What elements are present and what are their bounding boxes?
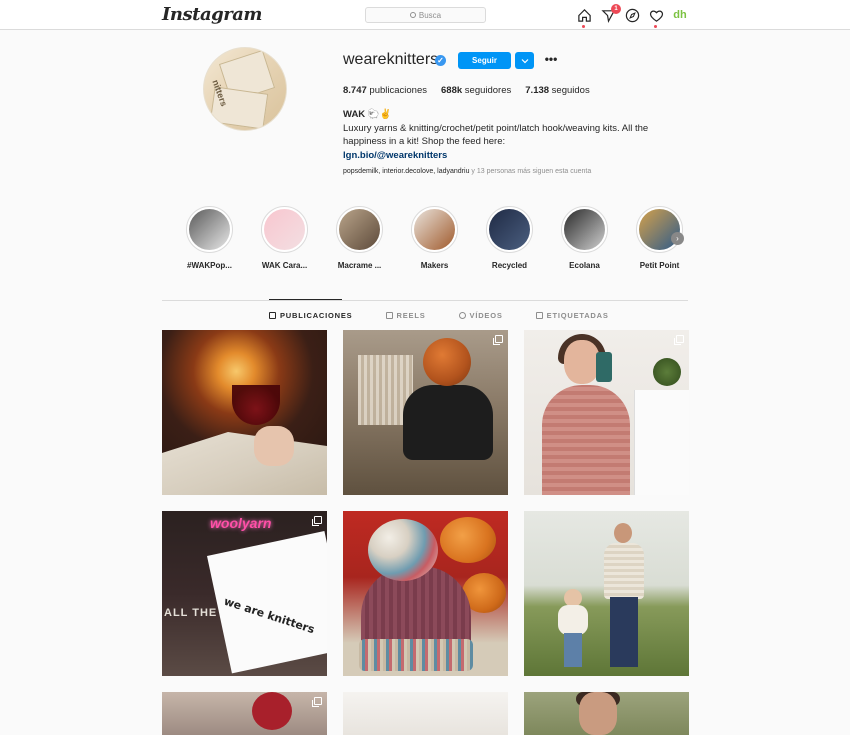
activity-notification-dot xyxy=(654,25,657,28)
profile-tabs: PUBLICACIONES REELS VÍDEOS ETIQUETADAS xyxy=(269,311,609,320)
post-knit-beanie[interactable] xyxy=(343,511,508,676)
highlight-wak-cara[interactable]: WAK Cara... xyxy=(261,206,308,270)
wall-text: ALL THE xyxy=(164,607,218,619)
active-tab-indicator xyxy=(269,299,342,300)
bio-link[interactable]: lgn.bio/@weareknitters xyxy=(343,149,693,163)
activity-heart-icon[interactable] xyxy=(648,7,664,28)
post-shopping-bag[interactable]: woolyarn ALL THE we are knitters xyxy=(162,511,327,676)
highlight-label: Makers xyxy=(420,261,449,270)
bio-text: Luxury yarns & knitting/crochet/petit po… xyxy=(343,122,649,148)
post-man-portrait[interactable] xyxy=(524,692,689,735)
posts-count: 8.747 publicaciones xyxy=(343,85,427,96)
chevron-down-icon xyxy=(521,58,528,63)
post-red-hair[interactable] xyxy=(162,692,327,735)
profile-stats: 8.747 publicaciones 688k seguidores 7.13… xyxy=(343,85,604,96)
reels-icon xyxy=(385,312,393,319)
search-icon xyxy=(409,12,416,18)
post-mirror-selfie[interactable] xyxy=(524,330,689,495)
carousel-icon xyxy=(493,335,503,345)
followed-by-text[interactable]: popsdemilk, interior.decolove, ladyandri… xyxy=(343,168,591,175)
tab-publicaciones[interactable]: PUBLICACIONES xyxy=(269,311,353,320)
highlight-thumbnail xyxy=(264,209,305,250)
highlight-thumbnail xyxy=(339,209,380,250)
post-white-blanket[interactable] xyxy=(343,692,508,735)
carousel-icon xyxy=(312,697,322,707)
profile-bio: WAK 🐑✌ Luxury yarns & knitting/crochet/p… xyxy=(343,108,693,162)
highlight-label: Ecolana xyxy=(569,261,600,270)
followers-count[interactable]: 688k seguidores xyxy=(441,85,511,96)
highlight-label: Recycled xyxy=(491,261,528,270)
direct-messages-icon[interactable]: 1 xyxy=(600,4,621,23)
instagram-logo[interactable]: Instagram xyxy=(162,4,262,25)
highlight-ecolana[interactable]: Ecolana xyxy=(561,206,608,270)
highlight-thumbnail xyxy=(414,209,455,250)
tagged-icon xyxy=(535,312,543,319)
highlight-label: Petit Point xyxy=(639,261,680,270)
highlight-thumbnail xyxy=(489,209,530,250)
more-options-button[interactable]: ••• xyxy=(543,52,559,69)
tabs-divider xyxy=(162,300,688,301)
highlight-thumbnail xyxy=(564,209,605,250)
story-highlights: #WAKPop... WAK Cara... Macrame ... Maker… xyxy=(186,206,683,270)
carousel-icon xyxy=(674,335,684,345)
suggestions-dropdown-button[interactable] xyxy=(515,52,534,69)
messages-badge: 1 xyxy=(611,4,621,14)
tab-reels[interactable]: REELS xyxy=(385,311,426,320)
grid-icon xyxy=(269,312,276,319)
tab-videos[interactable]: VÍDEOS xyxy=(458,311,503,320)
following-count[interactable]: 7.138 seguidos xyxy=(525,85,589,96)
verified-badge-icon: ✓ xyxy=(435,55,446,66)
highlight-label: Macrame ... xyxy=(337,261,382,270)
explore-icon[interactable] xyxy=(624,7,640,23)
highlights-next-arrow-icon[interactable]: › xyxy=(671,232,684,245)
profile-avatar-icon[interactable]: dh xyxy=(672,7,688,23)
profile-picture[interactable]: nitters xyxy=(203,47,287,131)
highlight-makers[interactable]: Makers xyxy=(411,206,458,270)
home-icon[interactable] xyxy=(576,7,592,28)
neon-sign-text: woolyarn xyxy=(210,515,272,531)
video-icon xyxy=(458,312,466,319)
post-pumpkin-head[interactable] xyxy=(343,330,508,495)
follow-button[interactable]: Seguir xyxy=(458,52,511,69)
profile-username: weareknitters xyxy=(343,51,439,68)
search-placeholder: Busca xyxy=(418,10,442,20)
nav-icons: 1 dh xyxy=(576,4,688,28)
post-mother-child-field[interactable] xyxy=(524,511,689,676)
post-fireplace-wine[interactable] xyxy=(162,330,327,495)
posts-grid: woolyarn ALL THE we are knitters xyxy=(162,330,689,735)
highlight-label: #WAKPop... xyxy=(187,261,232,270)
home-notification-dot xyxy=(582,25,585,28)
highlight-recycled[interactable]: Recycled xyxy=(486,206,533,270)
carousel-icon xyxy=(312,516,322,526)
highlight-macrame[interactable]: Macrame ... xyxy=(336,206,383,270)
profile-display-name: WAK 🐑✌ xyxy=(343,109,392,120)
search-input[interactable]: Busca xyxy=(365,7,486,23)
top-navigation-bar: Instagram Busca 1 dh xyxy=(0,0,850,30)
tab-etiquetadas[interactable]: ETIQUETADAS xyxy=(535,311,609,320)
highlight-thumbnail xyxy=(189,209,230,250)
highlight-label: WAK Cara... xyxy=(261,261,308,270)
highlight-wakpop[interactable]: #WAKPop... xyxy=(186,206,233,270)
